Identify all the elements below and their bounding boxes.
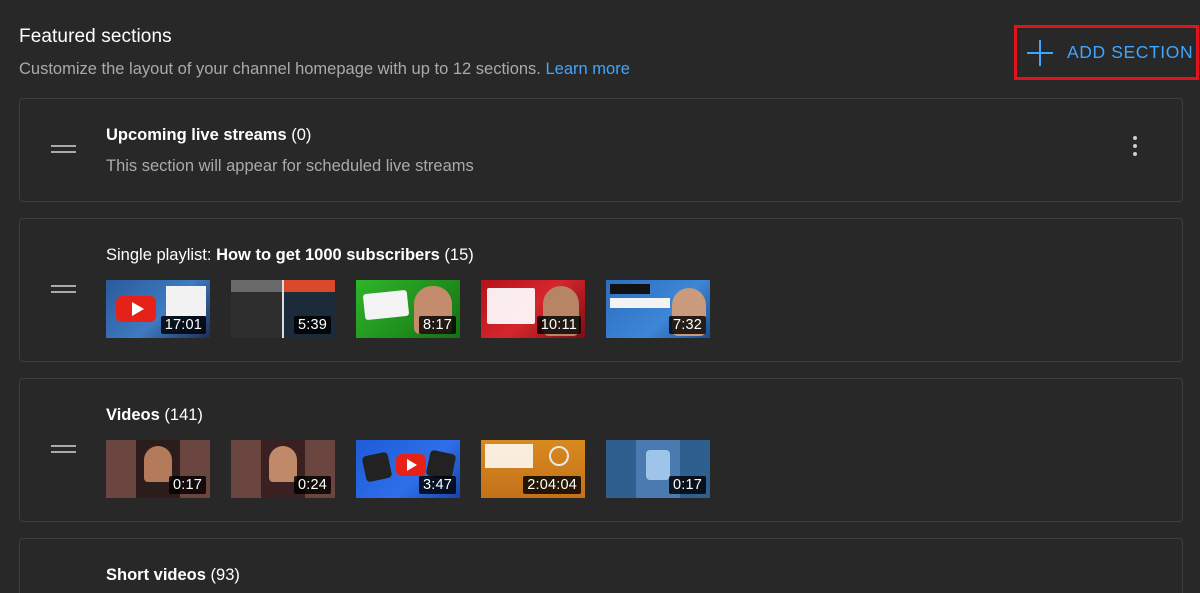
video-thumbnail[interactable]: 7:32	[606, 280, 710, 338]
section-card-single-playlist: Single playlist: How to get 1000 subscri…	[19, 218, 1183, 362]
video-thumbnail[interactable]: 5:39	[231, 280, 335, 338]
add-section-label: ADD SECTION	[1067, 42, 1194, 62]
drag-handle-icon[interactable]	[51, 285, 76, 293]
duration-badge: 17:01	[160, 316, 206, 334]
video-thumbnail[interactable]: 3:47	[356, 440, 460, 498]
drag-handle-icon[interactable]	[51, 445, 76, 453]
playlist-thumbnails: 17:01 5:39 8:17 10:11 7:32	[106, 280, 710, 338]
section-title: Short videos (93)	[106, 566, 240, 584]
featured-sections-header: Featured sections Customize the layout o…	[19, 26, 630, 79]
duration-badge: 7:32	[668, 316, 706, 334]
video-thumbnail[interactable]: 8:17	[356, 280, 460, 338]
duration-badge: 3:47	[418, 476, 456, 494]
section-title: Videos (141)	[106, 406, 203, 424]
more-options-icon[interactable]	[1132, 136, 1138, 156]
page-subtitle: Customize the layout of your channel hom…	[19, 60, 630, 79]
video-thumbnail[interactable]: 0:17	[106, 440, 210, 498]
section-title: Upcoming live streams (0)	[106, 126, 312, 144]
video-thumbnail[interactable]: 0:24	[231, 440, 335, 498]
duration-badge: 8:17	[418, 316, 456, 334]
section-description: This section will appear for scheduled l…	[106, 157, 474, 175]
learn-more-link[interactable]: Learn more	[546, 60, 630, 78]
video-thumbnail[interactable]: 10:11	[481, 280, 585, 338]
video-thumbnail[interactable]: 17:01	[106, 280, 210, 338]
duration-badge: 10:11	[536, 316, 581, 334]
section-card-short-videos: Short videos (93)	[19, 538, 1183, 593]
drag-handle-icon[interactable]	[51, 145, 76, 153]
plus-icon	[1027, 39, 1053, 66]
section-card-upcoming-live: Upcoming live streams (0) This section w…	[19, 98, 1183, 202]
duration-badge: 2:04:04	[523, 476, 581, 494]
add-section-button[interactable]: ADD SECTION	[1014, 25, 1199, 80]
duration-badge: 5:39	[293, 316, 331, 334]
duration-badge: 0:17	[168, 476, 206, 494]
videos-thumbnails: 0:17 0:24 3:47 2:04:04 0:17	[106, 440, 710, 498]
page-title: Featured sections	[19, 26, 172, 47]
subtitle-text: Customize the layout of your channel hom…	[19, 60, 541, 78]
video-thumbnail[interactable]: 2:04:04	[481, 440, 585, 498]
duration-badge: 0:17	[668, 476, 706, 494]
video-thumbnail[interactable]: 0:17	[606, 440, 710, 498]
duration-badge: 0:24	[293, 476, 331, 494]
section-card-videos: Videos (141) 0:17 0:24 3:47 2:04:04 0:17	[19, 378, 1183, 522]
section-title: Single playlist: How to get 1000 subscri…	[106, 246, 474, 264]
